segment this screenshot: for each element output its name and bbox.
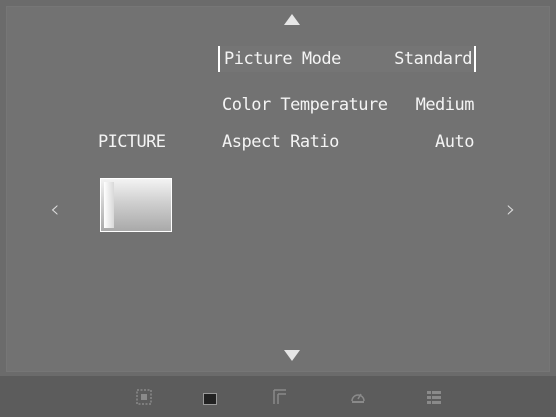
category-title: PICTURE bbox=[98, 132, 166, 152]
chevron-left-icon[interactable]: ‹ bbox=[50, 197, 60, 221]
menu-item-picture-mode[interactable]: Picture Mode Standard bbox=[218, 46, 476, 72]
osd-screen: ‹ › Picture Mode Standard Color Temperat… bbox=[0, 0, 556, 417]
corner-icon[interactable] bbox=[272, 389, 288, 405]
settings-grid-icon[interactable] bbox=[136, 389, 152, 405]
menu-item-label: Aspect Ratio bbox=[222, 132, 339, 152]
triangle-down-icon[interactable] bbox=[284, 350, 300, 361]
gauge-icon[interactable] bbox=[350, 389, 366, 405]
menu-item-value: Medium bbox=[415, 95, 475, 115]
menu-item-color-temperature[interactable]: Color Temperature Medium bbox=[218, 92, 476, 118]
triangle-up-icon[interactable] bbox=[284, 14, 300, 25]
menu-item-value: Auto bbox=[435, 132, 474, 152]
menu-item-value: Standard bbox=[394, 49, 472, 69]
chevron-right-icon[interactable]: › bbox=[506, 197, 516, 221]
list-icon[interactable] bbox=[426, 389, 442, 405]
menu-item-label: Color Temperature bbox=[222, 95, 388, 115]
picture-category-icon bbox=[100, 178, 172, 232]
square-icon[interactable] bbox=[203, 392, 219, 408]
menu-item-label: Picture Mode bbox=[224, 49, 341, 69]
menu-item-aspect-ratio[interactable]: Aspect Ratio Auto bbox=[218, 129, 476, 155]
